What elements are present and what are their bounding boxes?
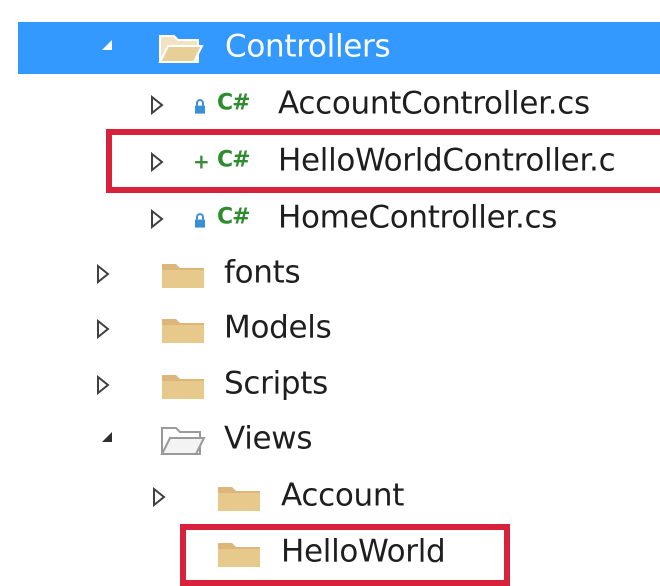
tree-node-label: Views <box>224 420 313 457</box>
csharp-file-icon: C# <box>217 147 251 173</box>
tree-node-controllers[interactable]: Controllers <box>18 22 660 74</box>
tree-node-home-controller[interactable]: C# HomeController.cs <box>0 193 660 245</box>
solution-explorer-tree: Controllers C# AccountController.cs + C#… <box>0 0 660 586</box>
tree-node-label: HelloWorld <box>281 533 446 570</box>
folder-icon <box>160 258 206 290</box>
tree-node-views[interactable]: Views <box>0 414 660 466</box>
tree-node-label: fonts <box>224 254 301 291</box>
collapsed-arrow-icon[interactable] <box>96 319 114 339</box>
collapsed-arrow-icon[interactable] <box>152 487 170 507</box>
expanded-arrow-icon[interactable] <box>100 38 118 58</box>
tree-node-account-folder[interactable]: Account <box>0 471 660 523</box>
tree-node-account-controller[interactable]: C# AccountController.cs <box>0 79 660 131</box>
csharp-file-icon: C# <box>217 204 251 230</box>
collapsed-arrow-icon[interactable] <box>96 264 114 284</box>
lock-icon <box>194 213 206 229</box>
tree-node-label: AccountController.cs <box>278 85 590 122</box>
csharp-file-icon: C# <box>217 90 251 116</box>
collapsed-arrow-icon[interactable] <box>150 209 168 229</box>
folder-icon <box>160 313 206 345</box>
tree-node-label: HomeController.cs <box>278 199 558 236</box>
collapsed-arrow-icon[interactable] <box>150 152 168 172</box>
tree-node-label: Account <box>281 477 405 514</box>
tree-node-label: Models <box>224 309 332 346</box>
lock-icon <box>194 99 206 115</box>
folder-icon <box>216 481 262 513</box>
collapsed-arrow-icon[interactable] <box>150 95 168 115</box>
open-folder-icon <box>160 424 206 456</box>
tree-node-models[interactable]: Models <box>0 303 660 355</box>
folder-icon <box>160 369 206 401</box>
tree-node-fonts[interactable]: fonts <box>0 248 660 300</box>
open-folder-icon <box>158 32 204 64</box>
tree-node-helloworld-folder[interactable]: HelloWorld <box>0 527 660 579</box>
collapsed-arrow-icon[interactable] <box>96 375 114 395</box>
tree-node-helloworld-controller[interactable]: + C# HelloWorldController.c <box>0 136 660 188</box>
folder-icon <box>216 537 262 569</box>
tree-node-scripts[interactable]: Scripts <box>0 359 660 411</box>
expanded-arrow-icon[interactable] <box>100 430 118 450</box>
tree-node-label: HelloWorldController.c <box>278 142 616 179</box>
tree-node-label: Scripts <box>224 365 328 402</box>
plus-icon: + <box>193 149 210 174</box>
tree-node-label: Controllers <box>225 28 391 65</box>
